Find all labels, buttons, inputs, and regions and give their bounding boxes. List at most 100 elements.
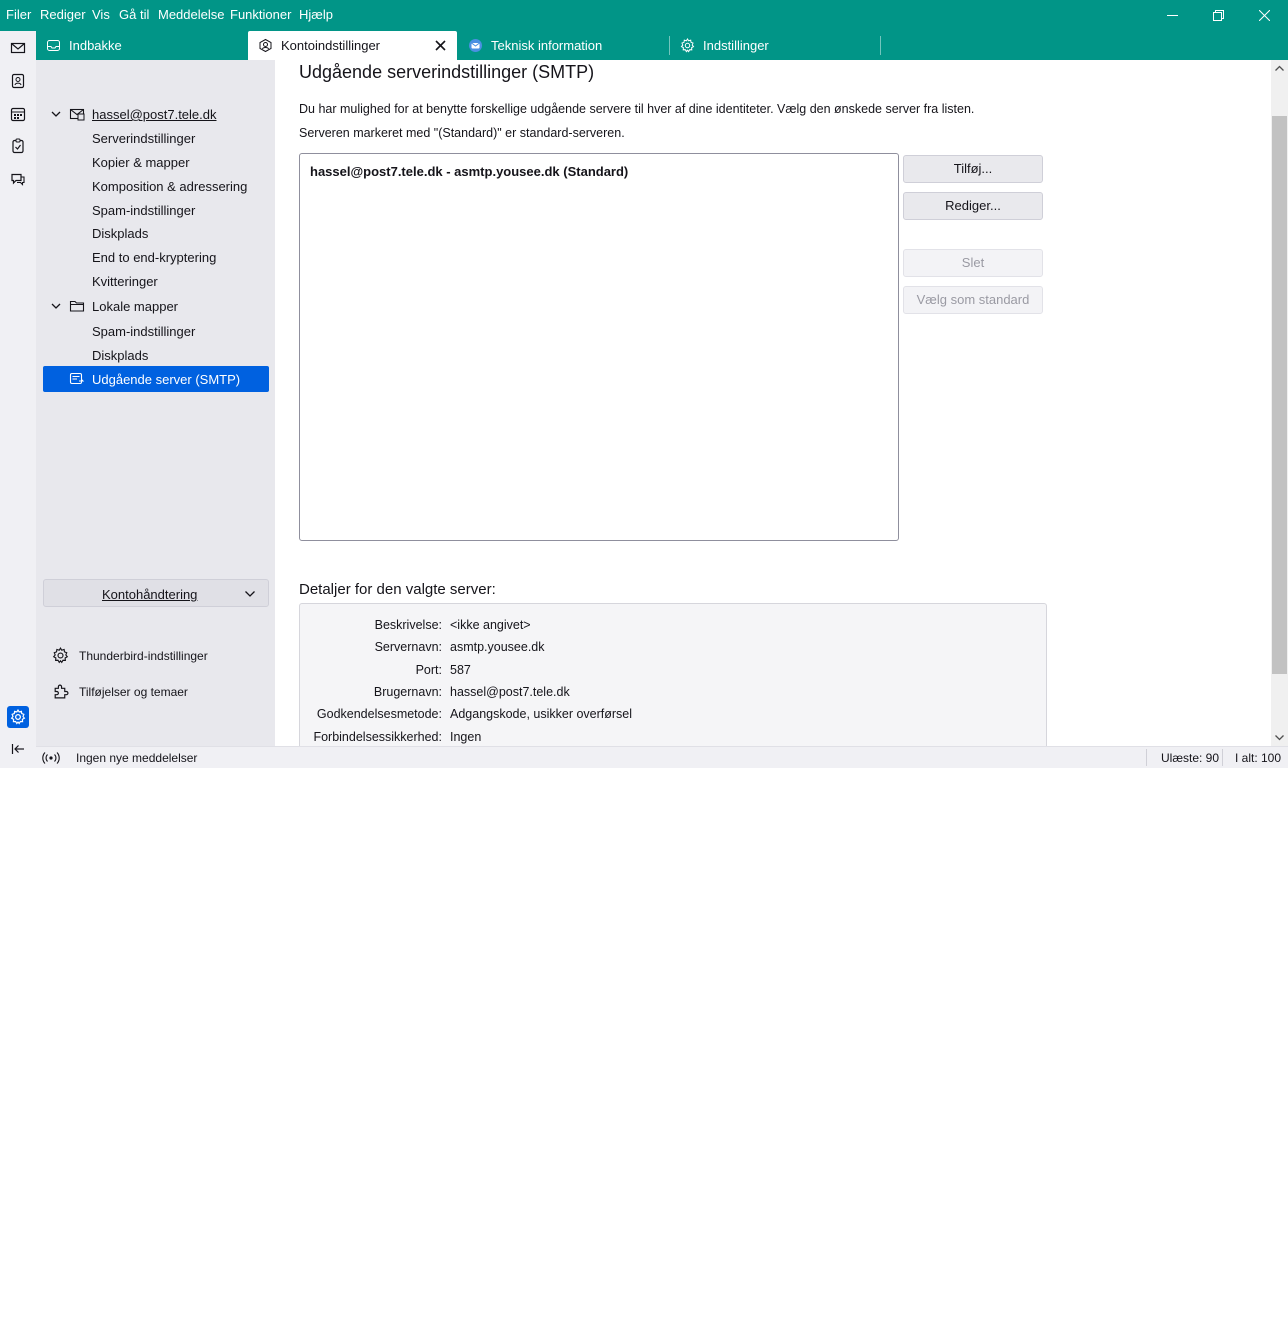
tasks-icon <box>12 138 24 154</box>
scroll-up-button[interactable] <box>1271 60 1288 77</box>
detail-value: asmtp.yousee.dk <box>450 640 545 654</box>
addons-label: Tilføjelser og temaer <box>79 685 188 699</box>
tree-item-local-diskplads[interactable]: Diskplads <box>43 343 269 367</box>
page-title: Udgående serverindstillinger (SMTP) <box>299 62 595 82</box>
menu-vis[interactable]: Vis <box>92 7 110 22</box>
thunderbird-settings-label: Thunderbird-indstillinger <box>79 649 208 663</box>
minimize-button[interactable] <box>1150 0 1196 31</box>
detail-security-row: Forbindelsessikkerhed: Ingen <box>300 728 1048 746</box>
set-default-server-button[interactable]: Vælg som standard <box>903 286 1043 314</box>
tree-local-folders[interactable]: Lokale mapper <box>43 294 269 318</box>
restore-button[interactable] <box>1196 0 1242 31</box>
space-settings-button[interactable] <box>7 706 29 728</box>
spaces-toolbar <box>0 31 36 768</box>
tab-indbakke[interactable]: Indbakke <box>36 31 246 60</box>
tab-strip: Indbakke Kontoindstillinger Teknisk info… <box>36 31 1288 60</box>
chevron-down-icon[interactable] <box>50 108 62 120</box>
calendar-icon <box>10 107 26 122</box>
thunderbird-window: Filer Rediger Vis Gå til Meddelelse Funk… <box>0 0 1288 768</box>
detail-servername-row: Servernavn: asmtp.yousee.dk <box>300 638 1048 658</box>
detail-port-row: Port: 587 <box>300 661 1048 681</box>
menu-funktioner[interactable]: Funktioner <box>230 7 291 22</box>
detail-key: Forbindelsessikkerhed: <box>313 730 442 744</box>
close-window-button[interactable] <box>1242 0 1288 31</box>
smtp-server-item[interactable]: hassel@post7.tele.dk - asmtp.yousee.dk (… <box>310 164 628 179</box>
chevron-down-icon <box>245 591 255 597</box>
tree-account[interactable]: hassel@post7.tele.dk <box>43 102 269 126</box>
tree-item-diskplads[interactable]: Diskplads <box>43 221 269 245</box>
tree-item-local-spam[interactable]: Spam-indstillinger <box>43 319 269 343</box>
tree-item-label: Spam-indstillinger <box>92 203 196 218</box>
mail-icon <box>10 42 26 54</box>
menu-meddelelse[interactable]: Meddelelse <box>158 7 225 22</box>
account-actions-label: Kontohåndtering <box>102 587 198 602</box>
tab-separator <box>880 36 881 55</box>
space-chat-button[interactable] <box>7 168 29 190</box>
chevron-up-icon <box>1275 65 1284 71</box>
tab-kontoindstillinger[interactable]: Kontoindstillinger <box>248 31 457 60</box>
tree-item-e2e[interactable]: End to end-kryptering <box>43 245 269 269</box>
menu-gaa-til[interactable]: Gå til <box>119 7 149 22</box>
space-calendar-button[interactable] <box>7 103 29 125</box>
scroll-thumb[interactable] <box>1272 116 1287 674</box>
gear-icon <box>680 38 695 53</box>
account-settings-icon <box>259 38 272 53</box>
tree-local-label: Lokale mapper <box>92 299 178 314</box>
account-actions-button[interactable]: Kontohåndtering <box>43 579 269 607</box>
close-tab-icon[interactable] <box>434 39 447 52</box>
menu-hjaelp[interactable]: Hjælp <box>299 7 333 22</box>
smtp-settings-pane: Udgående serverindstillinger (SMTP) Du h… <box>275 60 1271 746</box>
tree-item-label: Diskplads <box>92 226 149 241</box>
tree-item-komposition[interactable]: Komposition & adressering <box>43 174 269 198</box>
smtp-server-list[interactable]: hassel@post7.tele.dk - asmtp.yousee.dk (… <box>299 153 899 541</box>
menu-bar: Filer Rediger Vis Gå til Meddelelse Funk… <box>0 0 1288 31</box>
edit-server-button[interactable]: Rediger... <box>903 192 1043 220</box>
detail-value: <ikke angivet> <box>450 618 531 632</box>
chevron-down-icon <box>1275 735 1284 741</box>
restore-icon <box>1213 10 1224 21</box>
tree-item-kvitteringer[interactable]: Kvitteringer <box>43 269 269 293</box>
unread-count: Ulæste: 90 <box>1161 751 1220 765</box>
space-address-book-button[interactable] <box>7 70 29 92</box>
status-bar: Ingen nye meddelelser Ulæste: 90 I alt: … <box>36 746 1288 768</box>
tree-item-kopier-mapper[interactable]: Kopier & mapper <box>43 150 269 174</box>
tab-label: Indbakke <box>69 38 122 53</box>
space-tasks-button[interactable] <box>7 135 29 157</box>
address-book-icon <box>11 73 25 89</box>
tree-item-smtp[interactable]: Udgående server (SMTP) <box>43 366 269 392</box>
tree-item-spam[interactable]: Spam-indstillinger <box>43 198 269 222</box>
scroll-down-button[interactable] <box>1271 729 1288 746</box>
minimize-icon <box>1167 15 1178 16</box>
detail-value: 587 <box>450 663 471 677</box>
mail-account-icon <box>69 108 85 121</box>
detail-key: Beskrivelse: <box>374 618 442 632</box>
tree-account-label: hassel@post7.tele.dk <box>92 107 217 122</box>
collapse-spaces-button[interactable] <box>7 738 29 760</box>
details-title: Detaljer for den valgte server: <box>299 581 496 598</box>
tree-item-serverindstillinger[interactable]: Serverindstillinger <box>43 126 269 150</box>
delete-server-button[interactable]: Slet <box>903 249 1043 277</box>
add-server-button[interactable]: Tilføj... <box>903 155 1043 183</box>
detail-value: Adgangskode, usikker overførsel <box>450 707 633 721</box>
outgoing-server-icon <box>69 372 85 385</box>
connection-status-icon[interactable] <box>42 751 60 765</box>
gear-icon <box>52 647 69 664</box>
tab-teknisk-information[interactable]: Teknisk information <box>458 31 668 60</box>
tree-item-label: End to end-kryptering <box>92 250 217 265</box>
detail-auth-row: Godkendelsesmetode: Adgangskode, usikker … <box>300 705 1048 725</box>
tree-item-label: Diskplads <box>92 348 149 363</box>
chevron-down-icon[interactable] <box>50 300 62 312</box>
detail-username-row: Brugernavn: hassel@post7.tele.dk <box>300 683 1048 703</box>
detail-value: hassel@post7.tele.dk <box>450 685 570 699</box>
close-icon <box>1259 10 1270 21</box>
description-line-2: Serveren markeret med "(Standard)" er st… <box>299 126 625 140</box>
puzzle-icon <box>54 684 69 699</box>
menu-filer[interactable]: Filer <box>6 7 31 22</box>
folder-icon <box>69 300 85 312</box>
tab-indstillinger[interactable]: Indstillinger <box>670 31 880 60</box>
thunderbird-logo-icon <box>469 39 482 52</box>
menu-rediger[interactable]: Rediger <box>40 7 86 22</box>
content-scrollbar[interactable] <box>1271 60 1288 746</box>
account-tree: hassel@post7.tele.dk Serverindstillinger… <box>36 60 275 746</box>
space-mail-button[interactable] <box>7 37 29 59</box>
